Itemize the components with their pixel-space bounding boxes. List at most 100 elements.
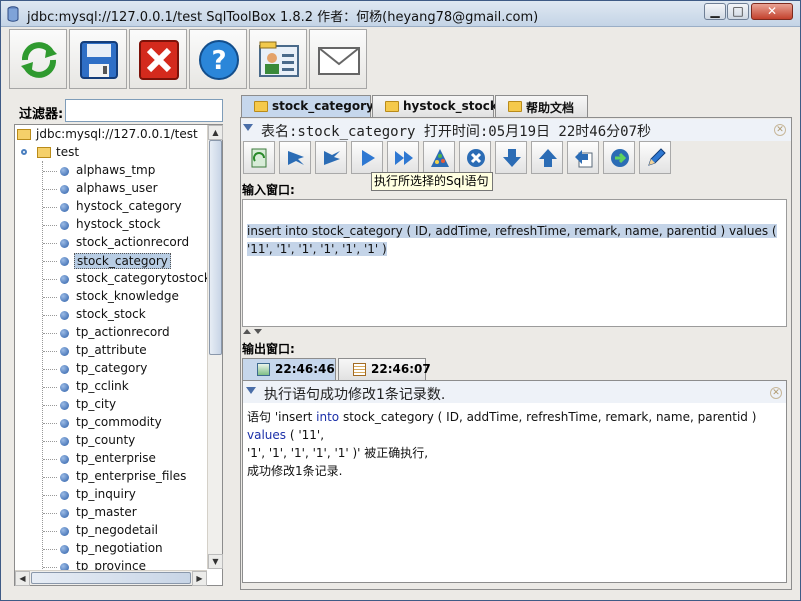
next-button[interactable] <box>603 141 635 174</box>
floppy-disk-icon <box>80 41 118 79</box>
svg-text:?: ? <box>211 46 226 76</box>
scroll-thumb-horizontal[interactable] <box>31 572 191 584</box>
collapse-down-icon[interactable] <box>254 329 262 334</box>
table-bullet-icon <box>60 275 69 284</box>
close-output-icon[interactable]: ✕ <box>770 387 782 399</box>
table-bullet-icon <box>60 527 69 536</box>
close-icon: ✕ <box>766 4 778 18</box>
table-bullet-icon <box>60 383 69 392</box>
table-bullet-icon <box>60 437 69 446</box>
tree-item-label: tp_negotiation <box>76 541 163 555</box>
tree-connector <box>43 225 57 226</box>
tab-label: hystock_stock <box>403 99 498 113</box>
format-sql-button[interactable] <box>423 141 455 174</box>
tree-vertical-scrollbar[interactable]: ▲ ▼ <box>207 125 223 569</box>
export-button[interactable] <box>567 141 599 174</box>
tab-stock-category[interactable]: stock_category <box>241 95 374 118</box>
editor-header: 表名:stock_category 打开时间:05月19日 22时46分07秒 … <box>241 119 791 141</box>
upload-icon <box>539 149 557 167</box>
refresh-table-button[interactable] <box>243 141 275 174</box>
scroll-up-arrow-icon[interactable]: ▲ <box>208 125 223 140</box>
table-bullet-icon <box>60 203 69 212</box>
scroll-left-arrow-icon[interactable]: ◀ <box>15 571 30 586</box>
download-button[interactable] <box>495 141 527 174</box>
result-tab-label: 22:46:46 <box>275 362 335 376</box>
maximize-button[interactable]: □ <box>727 3 749 20</box>
collapse-triangle-icon[interactable] <box>243 124 253 131</box>
envelope-icon <box>318 47 360 75</box>
sql-selected-text: insert into stock_category ( ID, addTime… <box>247 224 777 256</box>
refresh-button[interactable] <box>9 29 67 89</box>
tree-item-label: tp_enterprise <box>76 451 156 465</box>
execute-all-icon <box>395 151 413 165</box>
tree-connector <box>43 513 57 514</box>
tree-item-label: tp_enterprise_files <box>76 469 187 483</box>
refresh-table-icon <box>251 148 267 168</box>
result-tab-1[interactable]: 22:46:46 <box>242 358 336 381</box>
scroll-right-arrow-icon[interactable]: ▶ <box>192 571 207 586</box>
result-tab-2[interactable]: 22:46:07 <box>338 358 431 380</box>
tree-horizontal-scrollbar[interactable]: ◀ ▶ <box>15 570 207 586</box>
contact-card-icon <box>259 41 299 77</box>
output-header: 执行语句成功修改1条记录数. ✕ <box>243 381 786 403</box>
sql-input-area[interactable]: insert into stock_category ( ID, addTime… <box>242 199 787 327</box>
previous-record-icon <box>324 151 340 165</box>
close-connection-button[interactable] <box>129 29 187 89</box>
scroll-thumb[interactable] <box>209 140 222 355</box>
save-button[interactable] <box>69 29 127 89</box>
previous-record-button[interactable] <box>315 141 347 174</box>
minimize-icon: ▁ <box>710 4 720 18</box>
filter-input[interactable] <box>65 99 223 122</box>
tree-connector <box>43 477 57 478</box>
result-tab-label: 22:46:07 <box>371 362 431 376</box>
tree-item-label: tp_inquiry <box>76 487 136 501</box>
first-record-button[interactable] <box>279 141 311 174</box>
collapse-triangle-icon[interactable] <box>246 387 256 394</box>
title-bar[interactable]: jdbc:mysql://127.0.0.1/test SqlToolBox 1… <box>1 1 800 27</box>
scroll-down-arrow-icon[interactable]: ▼ <box>208 554 223 569</box>
tab-help-docs[interactable]: 帮助文档 <box>495 95 588 117</box>
export-icon <box>575 150 593 168</box>
minimize-button[interactable]: ▁ <box>704 3 726 20</box>
tree-connector <box>43 567 57 568</box>
output-panel: 执行语句成功修改1条记录数. ✕ 语句 'insert into stock_c… <box>242 380 787 583</box>
sql-input-text[interactable]: insert into stock_category ( ID, addTime… <box>247 222 783 258</box>
tab-hystock-stock[interactable]: hystock_stock <box>372 95 498 117</box>
tree-item-label: tp_master <box>76 505 137 519</box>
tree-item-label: tp_city <box>76 397 117 411</box>
tab-label: stock_category <box>272 99 374 113</box>
close-button[interactable]: ✕ <box>751 3 793 20</box>
pane-splitter[interactable] <box>229 94 237 591</box>
tree-connector <box>43 243 57 244</box>
expand-handle-icon <box>21 149 27 155</box>
tree-connector <box>43 189 57 190</box>
clear-button[interactable] <box>459 141 491 174</box>
output-text: 语句 'insert into stock_category ( ID, add… <box>247 408 782 480</box>
table-bullet-icon <box>60 167 69 176</box>
table-bullet-icon <box>60 329 69 338</box>
folder-icon <box>508 101 522 112</box>
edit-pencil-icon <box>648 148 666 166</box>
output-line-3: 成功修改1条记录. <box>247 464 343 478</box>
tree-item-label: tp_cclink <box>76 379 129 393</box>
tree-connector <box>43 531 57 532</box>
edit-pencil-button[interactable] <box>639 141 671 174</box>
clear-icon <box>467 149 485 167</box>
execute-all-button[interactable] <box>387 141 419 174</box>
contact-button[interactable] <box>249 29 307 89</box>
tree-item-label: tp_attribute <box>76 343 147 357</box>
tree-item-label: stock_categorytostock <box>76 271 211 285</box>
close-tab-icon[interactable]: ✕ <box>774 124 786 136</box>
tree-connector <box>43 279 57 280</box>
input-output-divider[interactable] <box>241 328 791 336</box>
tree-connector <box>43 333 57 334</box>
database-icon <box>7 6 19 22</box>
tree-item-label: tp_commodity <box>76 415 162 429</box>
tab-label: 帮助文档 <box>526 101 575 115</box>
execute-button[interactable] <box>351 141 383 174</box>
table-tree: jdbc:mysql://127.0.0.1/test test alphaws… <box>14 124 223 586</box>
email-button[interactable] <box>309 29 367 89</box>
upload-button[interactable] <box>531 141 563 174</box>
help-button[interactable]: ? <box>189 29 247 89</box>
collapse-up-icon[interactable] <box>243 329 251 334</box>
